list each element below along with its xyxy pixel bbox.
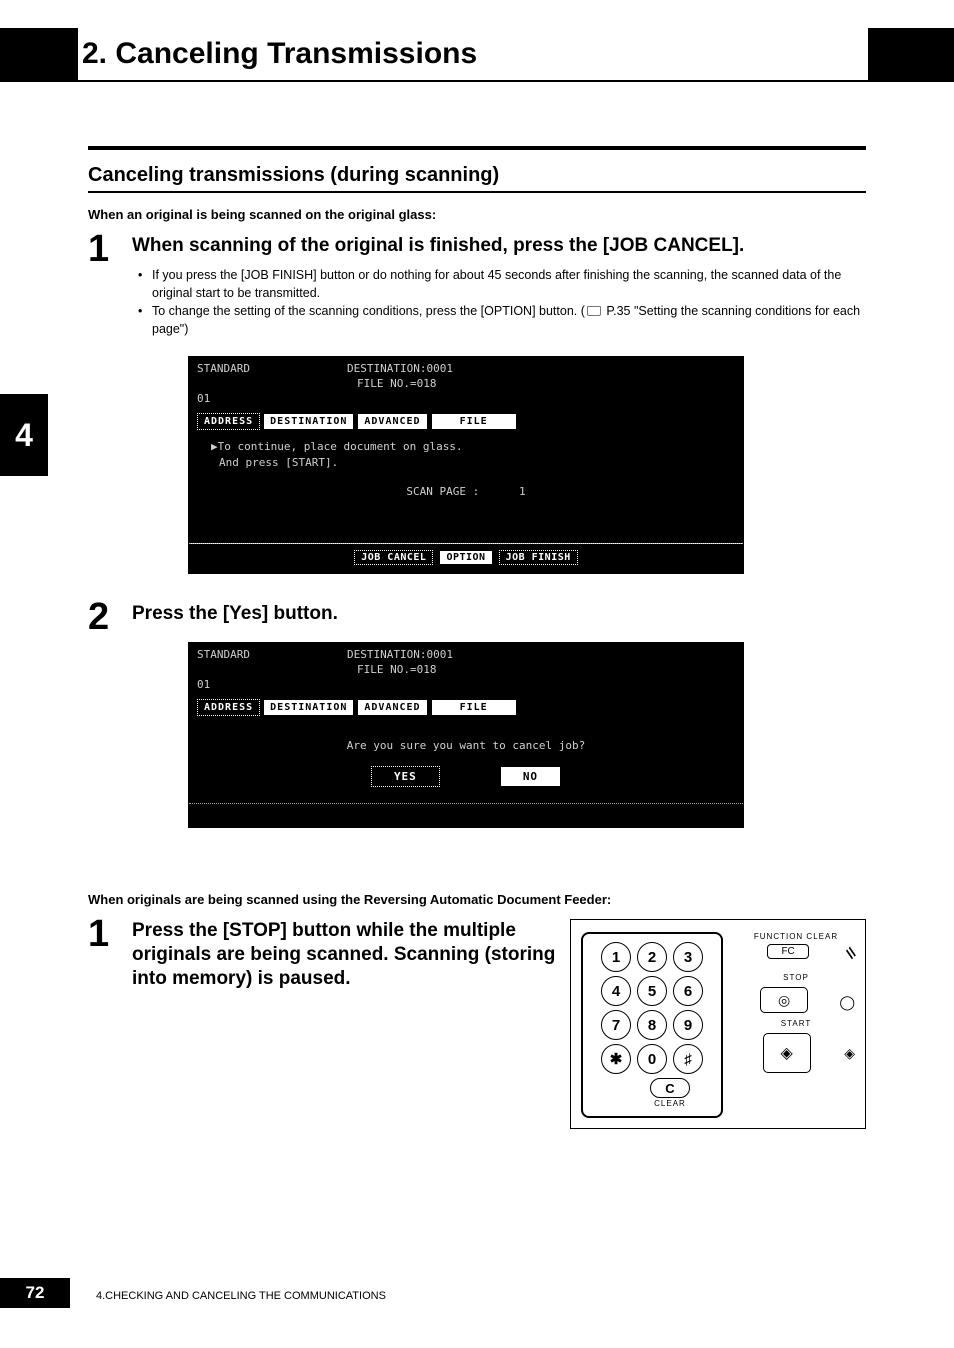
clear-label: CLEAR (650, 1099, 690, 1108)
lcd-screen-1: STANDARD DESTINATION:0001 FILE NO.=018 0… (188, 356, 744, 574)
key-3[interactable]: 3 (673, 942, 703, 972)
lcd-confirm-body: Are you sure you want to cancel job? YES… (189, 721, 743, 803)
key-5[interactable]: 5 (637, 976, 667, 1006)
key-9[interactable]: 9 (673, 1010, 703, 1040)
confirm-text: Are you sure you want to cancel job? (197, 739, 735, 752)
step-title: Press the [Yes] button. (132, 602, 866, 626)
numeric-keypad: 1 2 3 4 5 6 7 8 9 ✱ (581, 932, 723, 1118)
stop-button[interactable]: ◎ (760, 987, 808, 1013)
step-number: 1 (88, 230, 132, 350)
start-led-icon: ◈ (844, 1045, 855, 1062)
chapter-title: 2. Canceling Transmissions (78, 37, 477, 71)
lcd-body: ▶To continue, place document on glass. A… (189, 435, 743, 543)
start-button[interactable]: ◈ (763, 1033, 811, 1073)
key-hash[interactable]: ♯ (673, 1044, 703, 1074)
step-number: 1 (88, 915, 132, 1129)
section-title: Canceling transmissions (during scanning… (88, 164, 866, 193)
keypad-figure: 1 2 3 4 5 6 7 8 9 ✱ (570, 919, 866, 1129)
option-button[interactable]: OPTION (439, 550, 492, 565)
lcd-tab-address[interactable]: ADDRESS (197, 413, 260, 431)
chapter-number: 2. (82, 37, 107, 70)
lcd-tabs: ADDRESS DESTINATION ADVANCED FILE (197, 699, 735, 717)
fc-led-icon: // (843, 945, 860, 962)
key-blank (614, 1078, 640, 1098)
lcd-screen-2: STANDARD DESTINATION:0001 FILE NO.=018 0… (188, 642, 744, 828)
key-6[interactable]: 6 (673, 976, 703, 1006)
page-footer: 72 4.CHECKING AND CANCELING THE COMMUNIC… (0, 1278, 954, 1308)
lcd-scan-page: SCAN PAGE : 1 (197, 484, 735, 499)
key-7[interactable]: 7 (601, 1010, 631, 1040)
page-number: 72 (0, 1278, 70, 1308)
lcd-button-row: JOB CANCEL OPTION JOB FINISH (189, 544, 743, 573)
lcd-file-no: FILE NO.=018 (197, 377, 735, 392)
key-4[interactable]: 4 (601, 976, 631, 1006)
lead-text-glass: When an original is being scanned on the… (88, 207, 866, 222)
lcd-tab-address[interactable]: ADDRESS (197, 699, 260, 717)
bullet-item: To change the setting of the scanning co… (138, 302, 866, 338)
job-finish-button[interactable]: JOB FINISH (499, 550, 578, 565)
lcd-tab-file[interactable]: FILE (431, 699, 517, 717)
footer-text: 4.CHECKING AND CANCELING THE COMMUNICATI… (96, 1290, 386, 1302)
lcd-msg-2: And press [START]. (197, 455, 735, 470)
step-1: 1 When scanning of the original is finis… (88, 230, 866, 350)
step-2: 2 Press the [Yes] button. (88, 598, 866, 636)
lcd-standard: STANDARD (197, 362, 347, 377)
stop-label: STOP (737, 973, 855, 982)
start-icon: ◈ (780, 1043, 792, 1063)
lcd-footer-blank (189, 803, 743, 827)
yes-no-row: YES NO (197, 766, 735, 787)
step-body: Press the [Yes] button. (132, 598, 866, 636)
step-number: 2 (88, 598, 132, 636)
lcd-tab-destination[interactable]: DESTINATION (263, 699, 354, 717)
key-8[interactable]: 8 (637, 1010, 667, 1040)
lcd-tabs: ADDRESS DESTINATION ADVANCED FILE (197, 413, 735, 431)
section-divider (88, 146, 866, 150)
stop-led-icon: ◯ (839, 994, 855, 1011)
fc-button[interactable]: FC (767, 944, 809, 959)
key-1[interactable]: 1 (601, 942, 631, 972)
lcd-msg-1: ▶To continue, place document on glass. (197, 439, 735, 454)
step-body: Press the [STOP] button while the multip… (132, 915, 866, 1129)
lcd-tab-advanced[interactable]: ADVANCED (357, 699, 427, 717)
side-buttons: FUNCTION CLEAR FC // STOP ◎ ◯ START (737, 932, 855, 1075)
lcd-destination: DESTINATION:0001 (347, 362, 453, 377)
step-3: 1 Press the [STOP] button while the mult… (88, 915, 866, 1129)
step3-text: Press the [STOP] button while the multip… (132, 919, 556, 998)
lcd-line: 01 (197, 678, 735, 693)
step1-bullets: If you press the [JOB FINISH] button or … (138, 266, 866, 339)
start-label: START (737, 1019, 855, 1028)
lcd-destination: DESTINATION:0001 (347, 648, 453, 663)
lead-text-radf: When originals are being scanned using t… (88, 892, 866, 907)
lcd-header: STANDARD DESTINATION:0001 FILE NO.=018 0… (189, 357, 743, 435)
no-button[interactable]: NO (500, 766, 561, 787)
step-title: When scanning of the original is finishe… (132, 234, 866, 258)
lcd-line: 01 (197, 392, 735, 407)
bullet-item: If you press the [JOB FINISH] button or … (138, 266, 866, 302)
key-star[interactable]: ✱ (601, 1044, 631, 1074)
job-cancel-button[interactable]: JOB CANCEL (354, 550, 433, 565)
key-2[interactable]: 2 (637, 942, 667, 972)
key-0[interactable]: 0 (637, 1044, 667, 1074)
lcd-tab-advanced[interactable]: ADVANCED (357, 413, 427, 431)
lcd-file-no: FILE NO.=018 (197, 663, 735, 678)
stop-icon: ◎ (778, 992, 790, 1009)
function-clear-label: FUNCTION CLEAR (737, 932, 855, 941)
chapter-header: 2. Canceling Transmissions (78, 28, 868, 82)
step-body: When scanning of the original is finishe… (132, 230, 866, 350)
lcd-tab-destination[interactable]: DESTINATION (263, 413, 354, 431)
page-content: Canceling transmissions (during scanning… (88, 146, 866, 1135)
step-title: Press the [STOP] button while the multip… (132, 919, 556, 990)
key-clear[interactable]: C (650, 1078, 690, 1098)
lcd-header: STANDARD DESTINATION:0001 FILE NO.=018 0… (189, 643, 743, 721)
lcd-standard: STANDARD (197, 648, 347, 663)
yes-button[interactable]: YES (371, 766, 440, 787)
chapter-name: Canceling Transmissions (115, 37, 477, 70)
book-icon (587, 306, 601, 316)
lcd-tab-file[interactable]: FILE (431, 413, 517, 431)
side-chapter-tab: 4 (0, 394, 48, 476)
